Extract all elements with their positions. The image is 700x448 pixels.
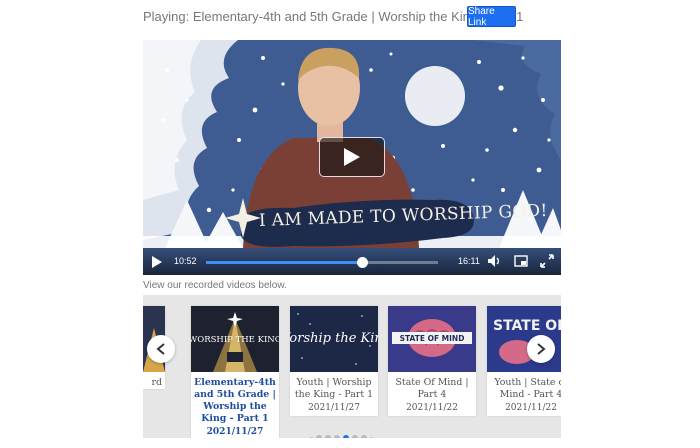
carousel-next-button[interactable] bbox=[527, 335, 555, 363]
thumb-text: STATE OF MIND bbox=[400, 334, 465, 343]
video-card-date: 2021/11/27 bbox=[206, 427, 264, 437]
carousel-dot[interactable] bbox=[343, 435, 349, 438]
progress-fill bbox=[206, 261, 362, 264]
carousel-dot[interactable] bbox=[370, 436, 373, 438]
play-icon bbox=[344, 148, 360, 166]
video-card-date: 2021/11/22 bbox=[406, 403, 458, 413]
volume-icon[interactable] bbox=[487, 254, 501, 268]
recorded-videos-label: View our recorded videos below. bbox=[143, 280, 287, 291]
video-card-title: Youth | Worship the King - Part 1 bbox=[294, 377, 374, 400]
video-thumbnail: STATE OF MIND bbox=[388, 306, 476, 372]
player-controls: 10:52 16:11 bbox=[143, 248, 561, 275]
carousel-dot[interactable] bbox=[310, 436, 313, 438]
carousel-prev-button[interactable] bbox=[147, 335, 175, 363]
chevron-right-icon bbox=[537, 343, 546, 355]
video-card-date: 2021/11/27 bbox=[308, 403, 360, 413]
share-link-button[interactable]: Share Link bbox=[467, 6, 516, 28]
carousel-dot[interactable] bbox=[352, 435, 358, 438]
time-elapsed: 10:52 bbox=[174, 256, 197, 266]
video-thumbnail: WORSHIP THE KING bbox=[191, 306, 279, 372]
time-total: 16:11 bbox=[458, 256, 480, 266]
thumb-text: WORSHIP THE KING bbox=[191, 335, 279, 345]
big-play-button[interactable] bbox=[319, 137, 385, 177]
fullscreen-icon[interactable] bbox=[540, 254, 554, 268]
video-carousel: rd WORSHIP THE KING Elementary-4th and 5… bbox=[143, 295, 561, 438]
video-card-title: State Of Mind | Part 4 bbox=[395, 377, 469, 400]
picture-in-picture-icon[interactable] bbox=[514, 254, 528, 268]
progress-bar[interactable] bbox=[206, 257, 438, 268]
video-card[interactable]: Worship the King Youth | Worship the Kin… bbox=[290, 306, 378, 416]
video-player[interactable]: I AM MADE TO WORSHIP GOD! 10:52 16:11 bbox=[143, 40, 561, 275]
carousel-dot[interactable] bbox=[334, 435, 340, 438]
video-thumbnail: Worship the King bbox=[290, 306, 378, 372]
thumb-text: STATE OF MIND bbox=[493, 318, 561, 334]
video-card-title: Youth | State of Mind - Part 4 bbox=[494, 377, 561, 400]
play-icon[interactable] bbox=[151, 255, 163, 269]
thumb-text: Worship the King bbox=[290, 331, 378, 346]
carousel-dot[interactable] bbox=[325, 435, 331, 438]
video-card[interactable]: STATE OF MIND State Of Mind | Part 4 202… bbox=[388, 306, 476, 416]
carousel-pagination bbox=[310, 434, 390, 438]
video-card-title: Elementary-4th and 5th Grade | Worship t… bbox=[194, 377, 276, 424]
video-card[interactable]: STATE OF MIND Youth | State of Mind - Pa… bbox=[487, 306, 561, 416]
progress-handle[interactable] bbox=[356, 257, 368, 268]
video-card[interactable]: WORSHIP THE KING Elementary-4th and 5th … bbox=[191, 306, 279, 438]
video-card-title: rd bbox=[151, 377, 162, 388]
carousel-dot[interactable] bbox=[316, 435, 322, 438]
chevron-left-icon bbox=[156, 343, 165, 355]
carousel-dot[interactable] bbox=[361, 435, 367, 438]
video-card-date: 2021/11/22 bbox=[505, 403, 557, 413]
